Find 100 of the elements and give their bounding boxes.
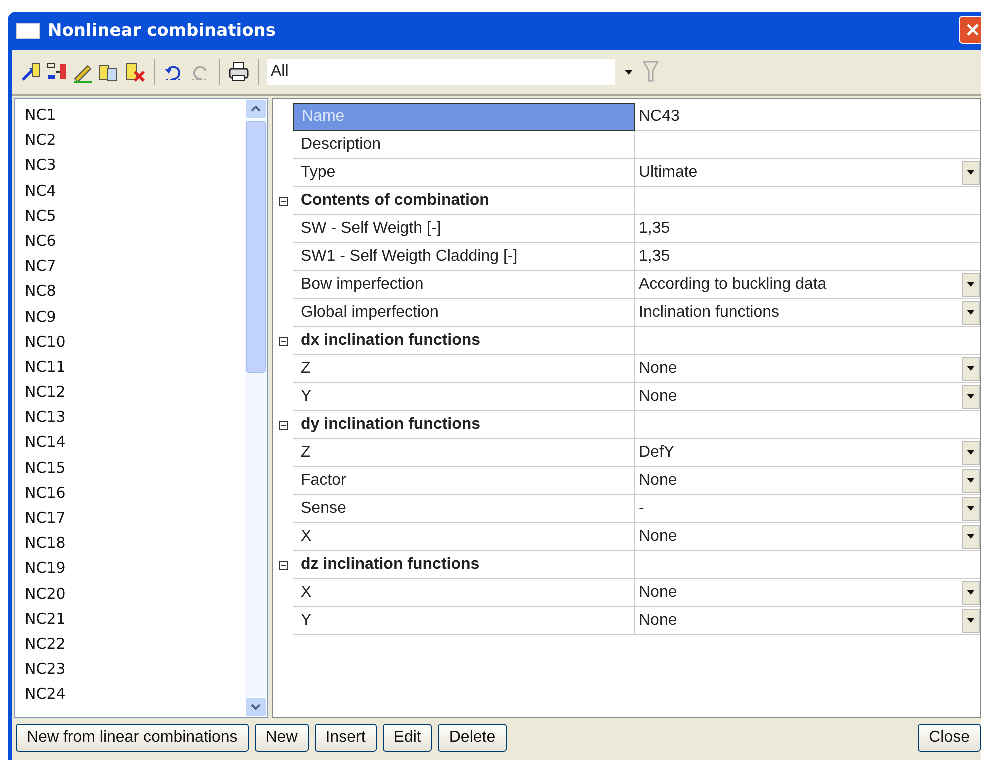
property-name[interactable]: SW1 - Self Weigth Cladding [-]: [293, 243, 635, 271]
dropdown-button[interactable]: [962, 160, 980, 184]
chevron-down-icon: [251, 704, 261, 710]
property-name[interactable]: Y: [293, 607, 635, 635]
property-name[interactable]: Global imperfection: [293, 299, 635, 327]
dropdown-button[interactable]: [962, 496, 980, 520]
caret-icon: [967, 282, 975, 287]
property-value[interactable]: 1,35: [639, 248, 670, 266]
close-button[interactable]: Close: [918, 724, 981, 752]
property-name[interactable]: Description: [293, 131, 635, 159]
property-name[interactable]: Bow imperfection: [293, 271, 635, 299]
chevron-up-icon: [251, 106, 261, 112]
property-name[interactable]: Z: [293, 439, 635, 467]
dropdown-button[interactable]: [962, 272, 980, 296]
collapse-icon[interactable]: [278, 336, 288, 346]
action-button[interactable]: New from linear combinations: [16, 724, 249, 752]
scrollbar-thumb[interactable]: [246, 121, 266, 373]
window-title: Nonlinear combinations: [48, 21, 276, 41]
property-value[interactable]: None: [639, 528, 678, 546]
collapse-icon[interactable]: [278, 420, 288, 430]
property-name[interactable]: Sense: [293, 495, 635, 523]
list-item[interactable]: NC16: [25, 480, 66, 506]
window-icon: [16, 23, 40, 39]
dropdown-button[interactable]: [962, 608, 980, 632]
list-item[interactable]: NC12: [25, 380, 66, 406]
action-button[interactable]: Delete: [438, 724, 507, 752]
list-item[interactable]: NC9: [25, 304, 56, 330]
dropdown-button[interactable]: [962, 440, 980, 464]
caret-icon: [967, 478, 975, 483]
property-value[interactable]: None: [639, 472, 678, 490]
filter-dropdown[interactable]: All: [267, 59, 615, 85]
caret-icon: [967, 450, 975, 455]
action-button[interactable]: Insert: [314, 724, 377, 752]
caret-icon: [967, 366, 975, 371]
list-item[interactable]: NC24: [25, 682, 66, 708]
list-item[interactable]: NC14: [25, 430, 66, 456]
dropdown-button[interactable]: [962, 468, 980, 492]
list-item[interactable]: NC18: [25, 531, 66, 556]
list-item[interactable]: NC6: [25, 228, 56, 254]
property-value[interactable]: NC43: [639, 108, 680, 126]
property-value[interactable]: None: [639, 360, 678, 378]
list-item[interactable]: NC19: [25, 556, 66, 582]
collapse-icon[interactable]: [278, 560, 288, 570]
property-value[interactable]: Ultimate: [639, 164, 698, 182]
property-name[interactable]: X: [293, 579, 635, 607]
property-name[interactable]: Z: [293, 355, 635, 383]
property-value[interactable]: According to buckling data: [639, 276, 827, 294]
property-name[interactable]: Y: [293, 383, 635, 411]
list-item[interactable]: NC4: [25, 178, 56, 204]
property-name[interactable]: Type: [293, 159, 635, 187]
property-value[interactable]: DefY: [639, 444, 675, 462]
caret-icon: [967, 618, 975, 623]
list-item[interactable]: NC7: [25, 254, 56, 280]
list-item[interactable]: NC2: [25, 128, 56, 154]
list-item[interactable]: NC11: [25, 354, 66, 380]
list-item[interactable]: NC8: [25, 279, 56, 304]
property-value[interactable]: -: [639, 500, 644, 518]
action-button[interactable]: Edit: [382, 724, 432, 752]
dropdown-button[interactable]: [962, 300, 980, 324]
list-item[interactable]: NC5: [25, 204, 56, 229]
list-item[interactable]: NC17: [25, 506, 66, 532]
dropdown-button[interactable]: [962, 524, 980, 548]
arrow-table-icon[interactable]: [20, 61, 42, 83]
list-item[interactable]: NC23: [25, 657, 66, 682]
caret-icon: [967, 310, 975, 315]
list-item[interactable]: NC21: [25, 606, 66, 632]
scroll-down-button[interactable]: [245, 697, 267, 717]
list-item[interactable]: NC15: [25, 456, 66, 481]
group-header: dy inclination functions: [293, 411, 635, 439]
caret-icon: [967, 506, 975, 511]
caret-icon: [967, 534, 975, 539]
dropdown-button[interactable]: [962, 384, 980, 408]
scroll-up-button[interactable]: [245, 99, 267, 119]
list-item[interactable]: NC13: [25, 405, 66, 430]
property-value[interactable]: None: [639, 388, 678, 406]
printer-icon[interactable]: [228, 61, 250, 83]
dropdown-button[interactable]: [962, 580, 980, 604]
close-icon[interactable]: [959, 16, 981, 44]
dropdown-button[interactable]: [962, 356, 980, 380]
list-item[interactable]: NC20: [25, 582, 66, 607]
delete-icon[interactable]: [124, 61, 146, 83]
caret-icon: [967, 590, 975, 595]
group-header: dz inclination functions: [293, 551, 635, 579]
list-item[interactable]: NC1: [25, 103, 56, 128]
list-item[interactable]: NC10: [25, 330, 66, 355]
property-value[interactable]: 1,35: [639, 220, 670, 238]
group-header: dx inclination functions: [293, 327, 635, 355]
property-name[interactable]: SW - Self Weigth [-]: [293, 215, 635, 243]
property-value[interactable]: None: [639, 584, 678, 602]
action-button[interactable]: New: [254, 724, 309, 752]
caret-icon: [967, 394, 975, 399]
caret-icon: [625, 70, 633, 74]
collapse-icon[interactable]: [278, 196, 288, 206]
list-item[interactable]: NC3: [25, 153, 56, 179]
property-name[interactable]: Factor: [293, 467, 635, 495]
list-item[interactable]: NC22: [25, 632, 66, 658]
property-value[interactable]: Inclination functions: [639, 304, 780, 322]
property-value[interactable]: None: [639, 612, 678, 630]
property-name[interactable]: X: [293, 523, 635, 551]
caret-icon: [967, 170, 975, 175]
